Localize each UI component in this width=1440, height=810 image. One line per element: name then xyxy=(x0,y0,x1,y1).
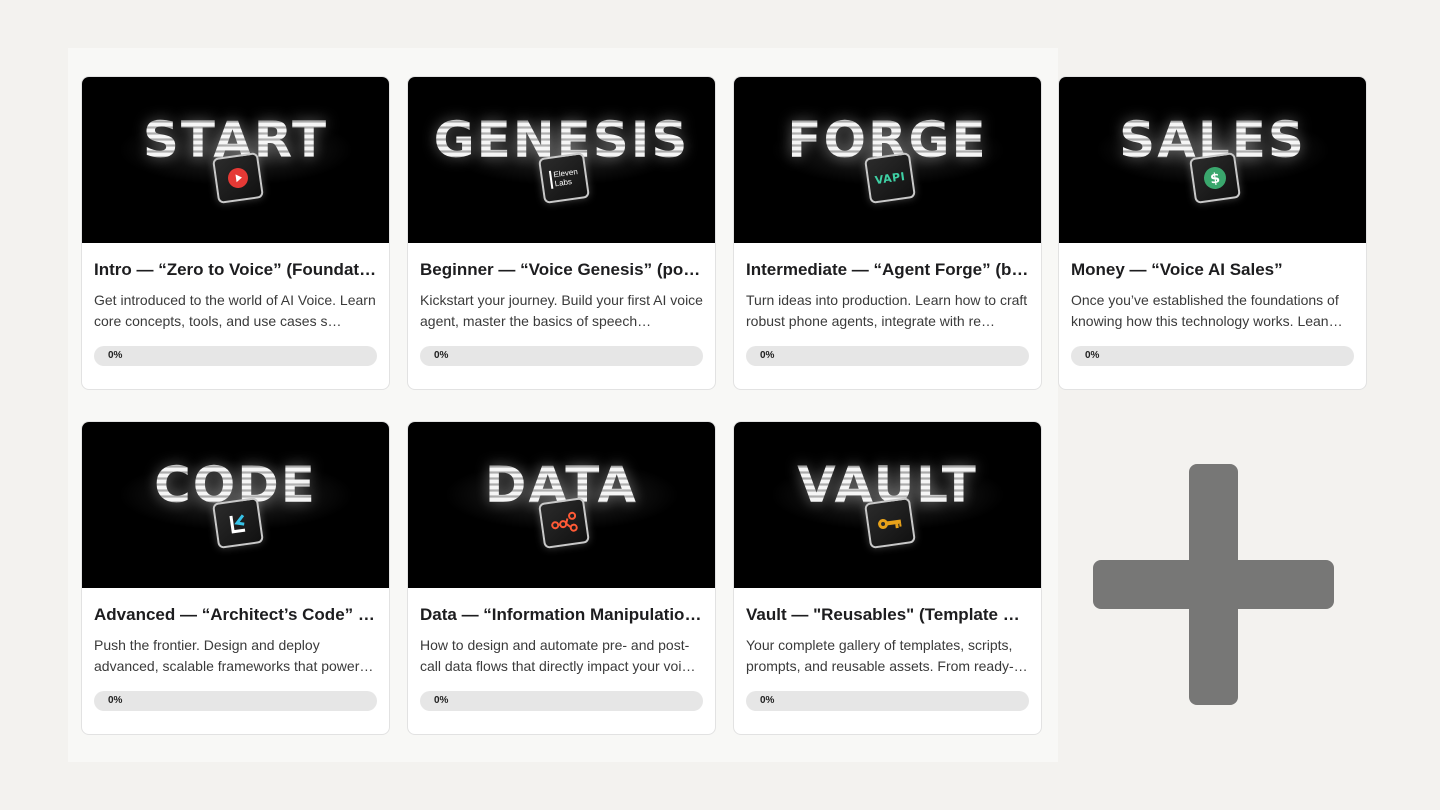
progress-bar: 0% xyxy=(746,691,1029,711)
progress-bar: 0% xyxy=(420,346,703,366)
progress-label: 0% xyxy=(434,695,449,706)
course-title: Intermediate — “Agent Forge” (bui… xyxy=(746,260,1029,279)
add-course-button[interactable] xyxy=(1093,464,1334,705)
progress-label: 0% xyxy=(1085,350,1100,361)
course-description: Push the frontier. Design and deploy adv… xyxy=(94,637,374,674)
course-description: Once you’ve established the foundations … xyxy=(1071,292,1343,329)
progress-bar: 0% xyxy=(94,346,377,366)
course-thumbnail: DATA xyxy=(408,422,715,588)
svg-text:$: $ xyxy=(1209,170,1221,187)
course-description: Kickstart your journey. Build your first… xyxy=(420,292,703,329)
progress-label: 0% xyxy=(760,695,775,706)
workflow-nodes-icon xyxy=(537,497,590,549)
progress-label: 0% xyxy=(108,350,123,361)
course-thumbnail: START xyxy=(82,77,389,243)
youtube-play-icon xyxy=(211,152,264,204)
course-description: How to design and automate pre- and post… xyxy=(420,637,696,674)
course-title: Money — “Voice AI Sales” xyxy=(1071,260,1283,279)
course-description: Turn ideas into production. Learn how to… xyxy=(746,292,1028,329)
course-card-beginner[interactable]: GENESIS Eleven Labs Beginner — “Voice Ge… xyxy=(407,76,716,390)
course-description: Get introduced to the world of AI Voice.… xyxy=(94,292,376,329)
progress-bar: 0% xyxy=(1071,346,1354,366)
progress-label: 0% xyxy=(760,350,775,361)
progress-label: 0% xyxy=(108,695,123,706)
course-card-intermediate[interactable]: FORGE VAPI Intermediate — “Agent Forge” … xyxy=(733,76,1042,390)
course-thumbnail: GENESIS Eleven Labs xyxy=(408,77,715,243)
course-thumbnail: VAULT xyxy=(734,422,1041,588)
progress-bar: 0% xyxy=(420,691,703,711)
course-title: Advanced — “Architect’s Code” (w… xyxy=(94,605,377,624)
course-thumbnail: SALES $ xyxy=(1059,77,1366,243)
course-card-vault[interactable]: VAULT Vault — "Reusables" (Template Ga… … xyxy=(733,421,1042,735)
dollar-icon: $ xyxy=(1188,152,1241,204)
course-thumbnail: FORGE VAPI xyxy=(734,77,1041,243)
course-title: Vault — "Reusables" (Template Ga… xyxy=(746,605,1029,624)
course-thumbnail: CODE xyxy=(82,422,389,588)
elevenlabs-icon: Eleven Labs xyxy=(537,152,590,204)
course-card-money[interactable]: SALES $ Money — “Voice AI Sales” Once yo… xyxy=(1058,76,1367,390)
course-title: Intro — “Zero to Voice” (Foundations) xyxy=(94,260,377,279)
course-card-intro[interactable]: START Intro — “Zero to Voice” (Foundatio… xyxy=(81,76,390,390)
progress-bar: 0% xyxy=(746,346,1029,366)
course-description: Your complete gallery of templates, scri… xyxy=(746,637,1014,674)
course-title: Beginner — “Voice Genesis” (pow… xyxy=(420,260,703,279)
code-bracket-icon xyxy=(211,497,264,549)
progress-bar: 0% xyxy=(94,691,377,711)
course-title: Data — “Information Manipulation… xyxy=(420,605,703,624)
progress-label: 0% xyxy=(434,350,449,361)
course-card-data[interactable]: DATA Data — “Information Manipulation… H… xyxy=(407,421,716,735)
key-icon xyxy=(863,497,916,549)
vapi-icon: VAPI xyxy=(863,152,916,204)
course-card-advanced[interactable]: CODE Advanced — “Architect’s Code” (w… P… xyxy=(81,421,390,735)
